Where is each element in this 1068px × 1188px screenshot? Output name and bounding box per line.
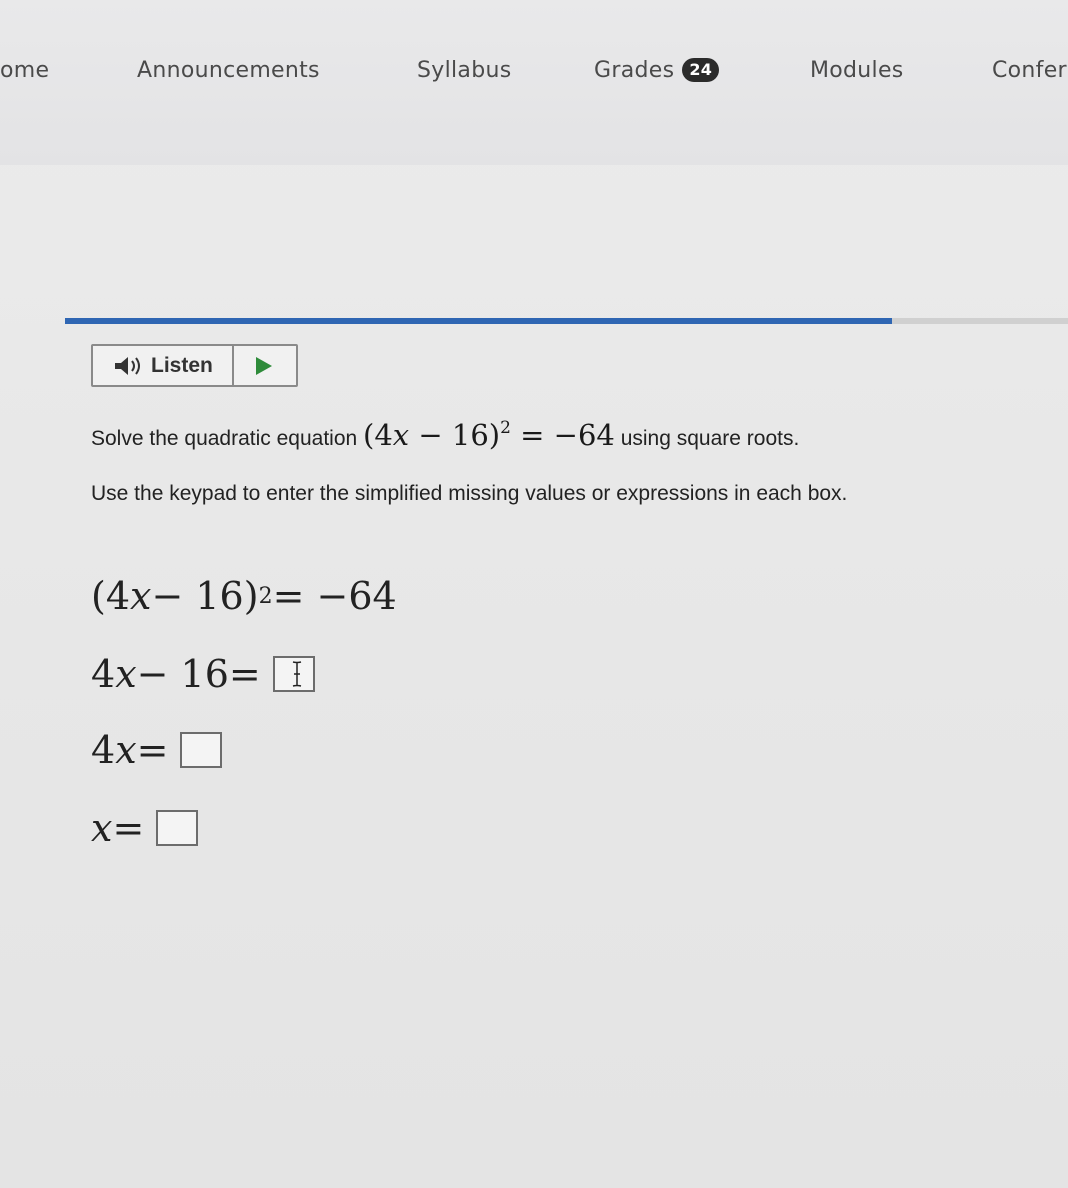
answer-box-3[interactable]	[156, 810, 199, 846]
text-cursor-icon	[292, 661, 301, 687]
listen-button[interactable]: Listen	[91, 344, 298, 387]
eq-base: (4	[363, 418, 393, 452]
step-1-lhs-b: − 16)	[151, 574, 259, 618]
eq-exp: 2	[500, 418, 511, 438]
question-equation: (4x − 16)2 = −64	[363, 418, 615, 452]
answer-box-2[interactable]	[180, 732, 223, 768]
eq-var: x	[392, 418, 410, 452]
eq-mid: − 16)	[409, 418, 501, 452]
step-2-lhs-b: − 16	[136, 652, 229, 696]
step-1-var: x	[130, 574, 152, 618]
course-nav: ome Announcements Syllabus Grades 24 Modu…	[0, 0, 1068, 165]
step-3-var: x	[115, 728, 137, 772]
nav-conferences[interactable]: Confer	[992, 58, 1067, 83]
nav-announcements[interactable]: Announcements	[137, 58, 320, 83]
step-1-rhs: = −64	[272, 574, 397, 618]
play-icon	[256, 356, 272, 375]
question-suffix: using square roots.	[614, 427, 800, 450]
nav-syllabus[interactable]: Syllabus	[417, 58, 511, 83]
step-3-lhs-a: 4	[91, 728, 116, 772]
instructions-text: Use the keypad to enter the simplified m…	[91, 482, 848, 505]
step-3: 4x =	[91, 728, 223, 772]
nav-grades[interactable]: Grades 24	[594, 58, 720, 83]
question-prefix: Solve the quadratic equation	[91, 427, 364, 450]
progress-fill	[65, 318, 893, 324]
step-4-var: x	[91, 806, 113, 850]
answer-box-1[interactable]	[272, 656, 315, 692]
listen-label: Listen	[151, 353, 213, 377]
eq-rhs: = −64	[510, 418, 615, 452]
nav-home[interactable]: ome	[0, 58, 49, 83]
question-text: Solve the quadratic equation (4x − 16)2 …	[91, 418, 799, 452]
step-4-equals: =	[112, 806, 145, 850]
step-1-lhs-a: (4	[91, 574, 131, 618]
step-2-var: x	[115, 652, 137, 696]
progress-bar	[65, 318, 1068, 324]
grades-badge: 24	[682, 58, 720, 82]
step-1: (4 x − 16) 2 = −64	[91, 574, 397, 618]
speaker-icon	[115, 356, 140, 375]
step-2-equals: =	[228, 652, 261, 696]
nav-grades-label: Grades	[594, 58, 675, 83]
step-1-exp: 2	[258, 583, 273, 609]
listen-main[interactable]: Listen	[93, 346, 234, 385]
step-2-lhs-a: 4	[91, 652, 116, 696]
play-button[interactable]	[234, 346, 296, 385]
step-3-equals: =	[136, 728, 169, 772]
step-2: 4x − 16 =	[91, 652, 315, 696]
nav-modules[interactable]: Modules	[810, 58, 904, 83]
step-4: x =	[91, 806, 199, 850]
